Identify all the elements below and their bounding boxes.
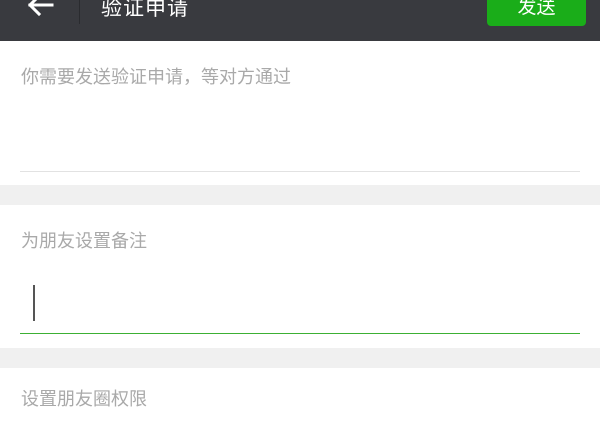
back-button[interactable] — [22, 0, 58, 30]
page-title: 验证申请 — [101, 0, 189, 20]
verify-request-section: 你需要发送验证申请，等对方通过 — [0, 41, 600, 185]
remark-input[interactable] — [20, 279, 580, 334]
remark-label: 为朋友设置备注 — [21, 231, 147, 252]
verify-request-placeholder: 你需要发送验证申请，等对方通过 — [21, 67, 291, 88]
moments-permission-label: 设置朋友圈权限 — [21, 389, 147, 410]
send-button[interactable]: 发送 — [487, 0, 586, 26]
remark-section: 为朋友设置备注 — [0, 205, 600, 348]
verify-request-textarea[interactable]: 你需要发送验证申请，等对方通过 — [20, 53, 580, 172]
arrow-left-icon — [27, 0, 54, 17]
top-bar: 验证申请 发送 — [0, 0, 600, 41]
moments-permission-row[interactable]: 设置朋友圈权限 — [0, 368, 600, 424]
text-cursor — [33, 285, 35, 321]
header-divider — [79, 0, 80, 24]
